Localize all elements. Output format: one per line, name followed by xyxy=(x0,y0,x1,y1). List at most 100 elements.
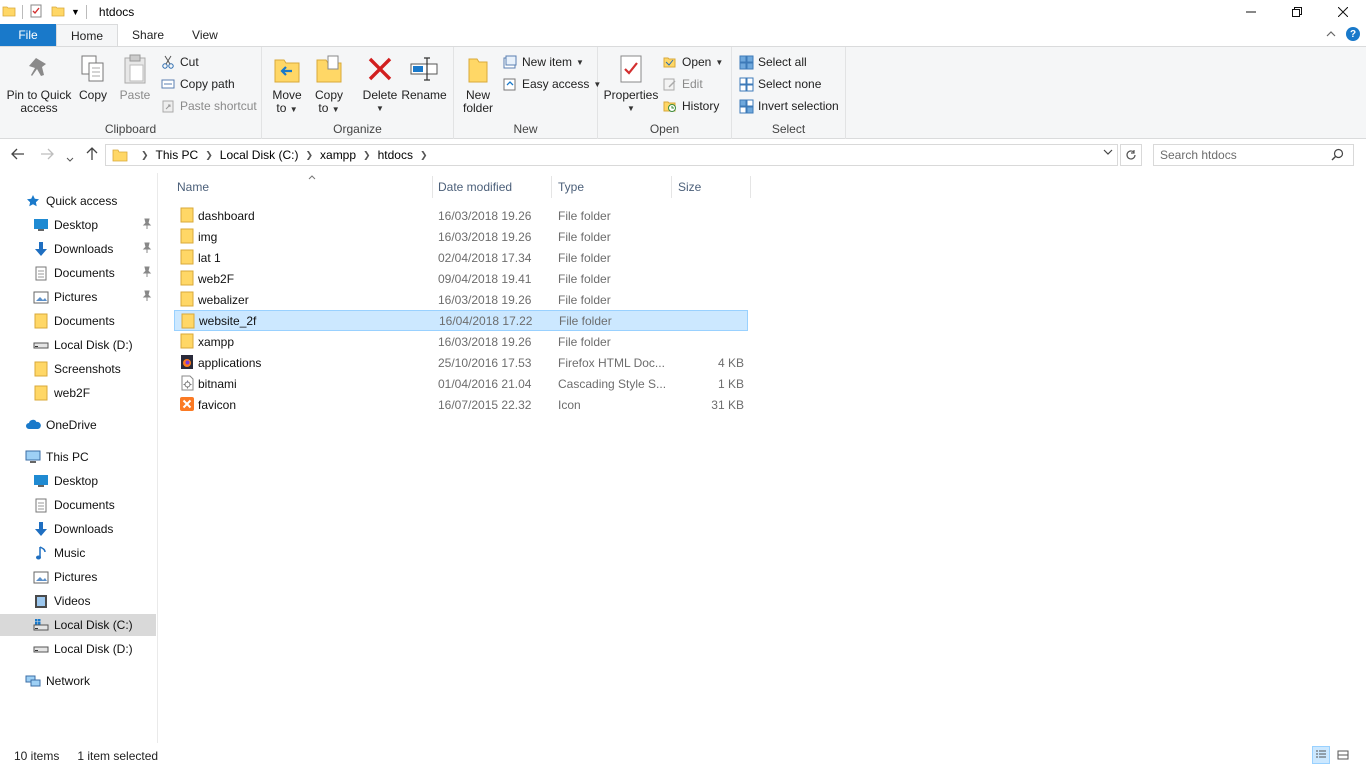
delete-button[interactable]: Delete ▼ xyxy=(360,51,400,115)
nav-pc-local-disk-d[interactable]: Local Disk (D:) xyxy=(0,638,156,660)
nav-pc-videos[interactable]: Videos xyxy=(0,590,156,612)
tab-share[interactable]: Share xyxy=(118,24,178,46)
refresh-button[interactable] xyxy=(1120,144,1142,166)
chevron-right-icon[interactable]: ❯ xyxy=(305,150,313,161)
nav-qa-desktop[interactable]: Desktop xyxy=(0,214,156,236)
properties-icon[interactable] xyxy=(29,4,43,21)
new-item-button[interactable]: New item ▼ xyxy=(502,52,584,72)
search-input[interactable] xyxy=(1153,144,1354,166)
restore-button[interactable] xyxy=(1274,0,1320,24)
table-row[interactable]: xampp 16/03/2018 19.26 File folder xyxy=(174,331,748,352)
breadcrumb-htdocs[interactable]: htdocs xyxy=(378,148,413,162)
select-all-button[interactable]: Select all xyxy=(738,52,807,72)
easy-access-button[interactable]: Easy access ▼ xyxy=(502,74,601,94)
nav-qa-documents[interactable]: Documents xyxy=(0,262,156,284)
table-row[interactable]: webalizer 16/03/2018 19.26 File folder xyxy=(174,289,748,310)
open-button[interactable]: Open ▼ xyxy=(662,52,723,72)
forward-arrow-icon[interactable] xyxy=(40,147,54,163)
column-header-size[interactable]: Size xyxy=(672,176,751,198)
nav-qa-downloads[interactable]: Downloads xyxy=(0,238,156,260)
move-to-button[interactable]: Move to ▼ xyxy=(270,51,304,116)
edit-button[interactable]: Edit xyxy=(662,74,703,94)
tab-file[interactable]: File xyxy=(0,24,56,46)
chevron-right-icon[interactable]: ❯ xyxy=(420,150,428,161)
minimize-button[interactable] xyxy=(1228,0,1274,24)
breadcrumb-this-pc[interactable]: This PC xyxy=(156,148,199,162)
table-row[interactable]: web2F 09/04/2018 19.41 File folder xyxy=(174,268,748,289)
table-row[interactable]: img 16/03/2018 19.26 File folder xyxy=(174,226,748,247)
nav-quick-access[interactable]: Quick access xyxy=(0,190,156,212)
copy-path-button[interactable]: Copy path xyxy=(160,74,235,94)
copy-button[interactable]: Copy xyxy=(76,51,110,102)
nav-onedrive[interactable]: OneDrive xyxy=(0,414,156,436)
chevron-down-icon: ▼ xyxy=(627,104,635,113)
new-folder-icon[interactable] xyxy=(51,4,65,21)
new-folder-button[interactable]: New folder xyxy=(460,51,496,115)
open-label: Open xyxy=(682,55,712,69)
chevron-right-icon[interactable]: ❯ xyxy=(363,150,371,161)
xampp-icon xyxy=(179,396,195,412)
table-row[interactable]: website_2f 16/04/2018 17.22 File folder xyxy=(174,310,748,331)
nav-pc-local-disk-c[interactable]: Local Disk (C:) xyxy=(0,614,156,636)
up-arrow-icon[interactable] xyxy=(86,147,98,164)
table-row[interactable]: bitnami 01/04/2016 21.04 Cascading Style… xyxy=(174,373,748,394)
table-row[interactable]: applications 25/10/2016 17.53 Firefox HT… xyxy=(174,352,748,373)
help-icon[interactable]: ? xyxy=(1346,27,1360,41)
breadcrumb-xampp[interactable]: xampp xyxy=(320,148,356,162)
column-header-date[interactable]: Date modified xyxy=(432,176,552,198)
folder-icon xyxy=(180,313,196,329)
nav-qa-pictures[interactable]: Pictures xyxy=(0,286,156,308)
history-button[interactable]: History xyxy=(662,96,719,116)
pin-icon[interactable] xyxy=(142,266,152,281)
paste-shortcut-button[interactable]: Paste shortcut xyxy=(160,96,257,116)
paste-button[interactable]: Paste xyxy=(118,51,152,102)
pin-icon xyxy=(23,51,55,87)
search-icon[interactable] xyxy=(1331,148,1344,164)
tab-view[interactable]: View xyxy=(178,24,232,46)
item-count: 10 items xyxy=(14,748,60,763)
nav-pc-downloads[interactable]: Downloads xyxy=(0,518,156,540)
tab-home[interactable]: Home xyxy=(56,24,119,47)
customize-toolbar-icon[interactable]: ▼ xyxy=(71,7,80,17)
copy-to-button[interactable]: Copy to ▼ xyxy=(312,51,346,116)
recent-locations-icon[interactable] xyxy=(66,150,74,166)
close-button[interactable] xyxy=(1320,0,1366,24)
pin-icon[interactable] xyxy=(142,290,152,305)
invert-selection-button[interactable]: Invert selection xyxy=(738,96,839,116)
nav-pc-pictures[interactable]: Pictures xyxy=(0,566,156,588)
address-bar[interactable]: ❯ This PC ❯ Local Disk (C:) ❯ xampp ❯ ht… xyxy=(105,144,1118,166)
cut-button[interactable]: Cut xyxy=(160,52,199,72)
breadcrumb-local-disk-c[interactable]: Local Disk (C:) xyxy=(220,148,299,162)
nav-pc-music[interactable]: Music xyxy=(0,542,156,564)
pin-to-quick-access-button[interactable]: Pin to Quick access xyxy=(6,51,72,115)
ribbon: Pin to Quick access Copy Paste Cut Copy … xyxy=(0,46,1366,139)
chevron-right-icon[interactable]: ❯ xyxy=(205,150,213,161)
documents-icon xyxy=(33,265,49,281)
column-header-name[interactable]: Name xyxy=(171,175,433,198)
nav-qa-web2f[interactable]: web2F xyxy=(0,382,156,404)
details-view-button[interactable] xyxy=(1312,746,1330,764)
table-row[interactable]: dashboard 16/03/2018 19.26 File folder xyxy=(174,205,748,226)
properties-button[interactable]: Properties ▼ xyxy=(604,51,658,115)
nav-label: Music xyxy=(54,546,86,560)
nav-qa-local-disk-d[interactable]: Local Disk (D:) xyxy=(0,334,156,356)
back-arrow-icon[interactable] xyxy=(11,147,25,163)
nav-pc-desktop[interactable]: Desktop xyxy=(0,470,156,492)
column-header-type[interactable]: Type xyxy=(552,176,672,198)
address-history-dropdown[interactable] xyxy=(1103,148,1113,158)
nav-this-pc[interactable]: This PC xyxy=(0,446,156,468)
rename-button[interactable]: Rename xyxy=(401,51,447,102)
nav-qa-documents-folder[interactable]: Documents xyxy=(0,310,156,332)
chevron-right-icon[interactable]: ❯ xyxy=(141,150,149,161)
table-row[interactable]: lat 1 02/04/2018 17.34 File folder xyxy=(174,247,748,268)
chevron-up-icon[interactable] xyxy=(1326,27,1336,41)
table-row[interactable]: favicon 16/07/2015 22.32 Icon 31 KB xyxy=(174,394,748,415)
star-icon xyxy=(25,193,41,209)
pin-icon[interactable] xyxy=(142,218,152,233)
large-icons-view-button[interactable] xyxy=(1334,746,1352,764)
nav-network[interactable]: Network xyxy=(0,670,156,692)
pin-icon[interactable] xyxy=(142,242,152,257)
nav-qa-screenshots[interactable]: Screenshots xyxy=(0,358,156,380)
select-none-button[interactable]: Select none xyxy=(738,74,821,94)
nav-pc-documents[interactable]: Documents xyxy=(0,494,156,516)
